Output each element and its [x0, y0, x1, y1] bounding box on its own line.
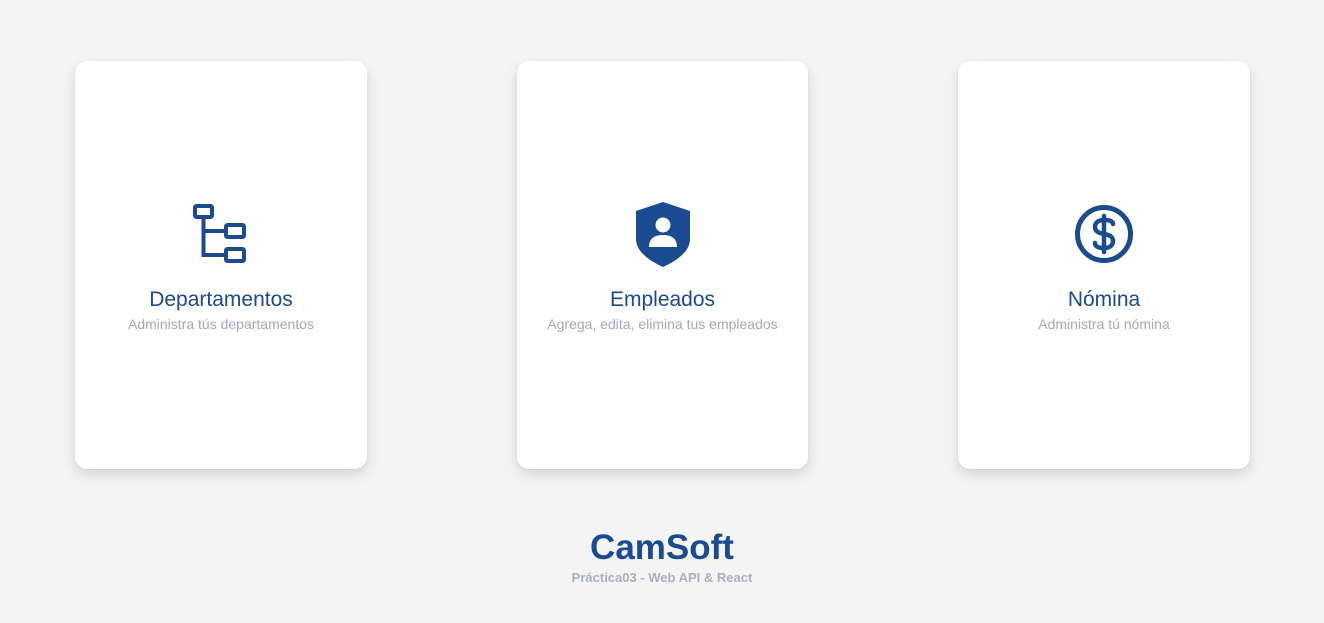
card-departamentos[interactable]: Departamentos Administra tús departament… [75, 61, 367, 469]
footer: CamSoft Práctica03 - Web API & React [0, 527, 1324, 587]
card-empleados[interactable]: Empleados Agrega, edita, elimina tus emp… [517, 61, 808, 469]
dollar-circle-icon [1074, 201, 1134, 267]
brand-name: CamSoft [590, 528, 734, 567]
user-shield-icon [633, 201, 693, 267]
card-title: Departamentos [149, 288, 293, 311]
card-subtitle: Administra tú nómina [1038, 316, 1170, 332]
org-chart-icon [191, 201, 251, 267]
card-subtitle: Administra tús departamentos [128, 316, 314, 332]
home-page: Departamentos Administra tús departament… [0, 0, 1324, 623]
card-title: Empleados [609, 288, 716, 311]
brand-tagline: Práctica03 - Web API & React [571, 570, 753, 585]
card-title: Nómina [1067, 288, 1141, 311]
card-nomina[interactable]: Nómina Administra tú nómina [958, 61, 1250, 469]
card-subtitle: Agrega, edita, elimina tus empleados [547, 316, 778, 332]
